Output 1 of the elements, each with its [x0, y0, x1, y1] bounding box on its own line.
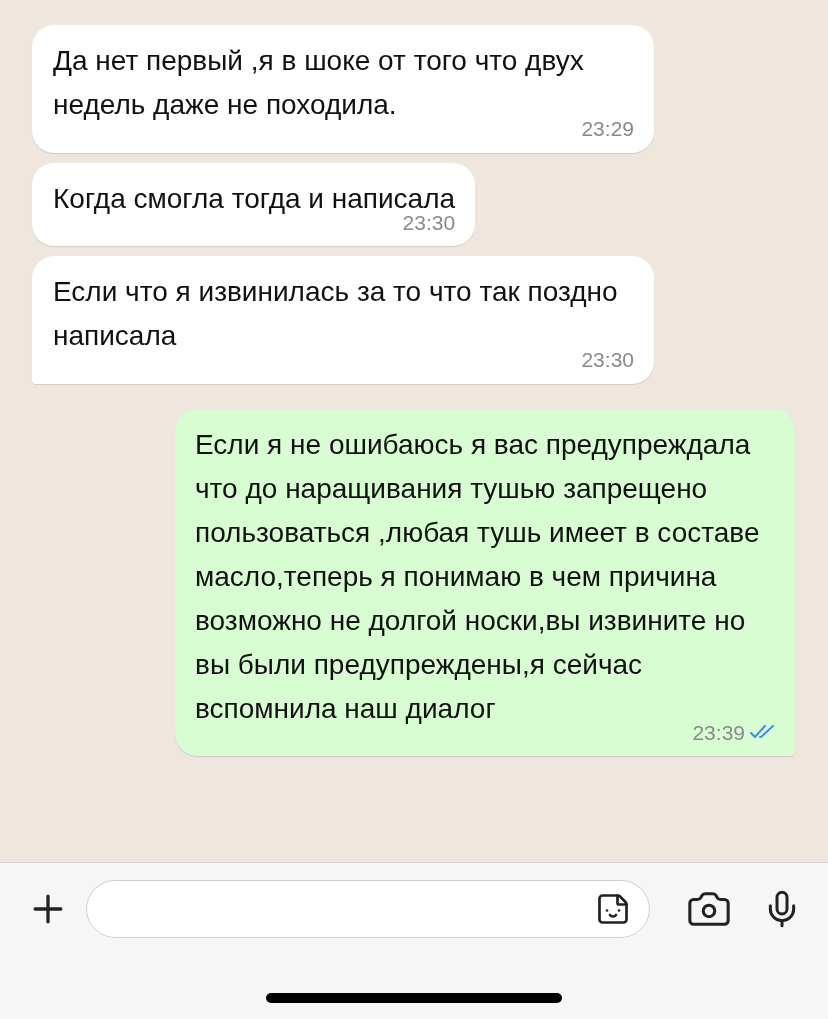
sticker-icon[interactable]: [595, 891, 631, 927]
